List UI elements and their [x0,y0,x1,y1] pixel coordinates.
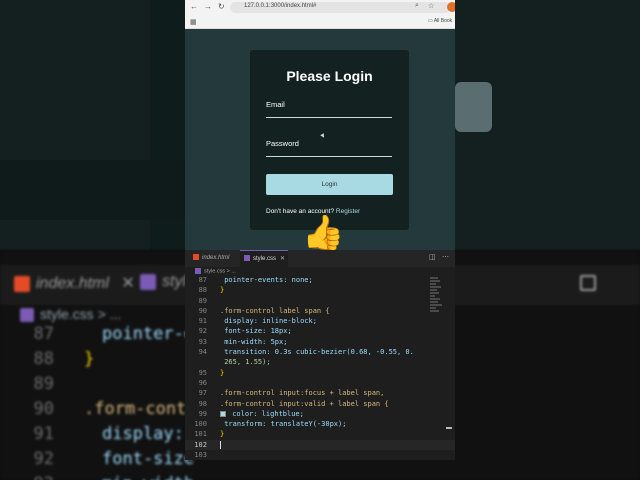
tab-style-css[interactable]: style.css ✕ [240,250,288,267]
minimap-line [430,295,435,297]
css-file-icon [20,308,34,323]
search-icon[interactable]: ⌕ [415,2,419,10]
css-file-icon [244,255,250,262]
css-file-icon [140,273,156,290]
html-file-icon [14,275,30,292]
backdrop-tab-index: index.html ✕ [14,273,135,293]
code-line: 93 min-width: 5px; [198,337,288,346]
code-line: 101} [194,430,225,439]
minimap-line [430,298,440,300]
profile-avatar[interactable] [447,2,455,12]
password-label: Password [266,139,299,148]
minimap-line [430,310,439,312]
minimap-line [430,280,440,282]
code-line: 95} [198,368,225,377]
code-line: 265, 1.55); [220,358,271,367]
address-bar[interactable]: 127.0.0.1:3000/index.html# ⌕ ☆ [230,2,450,13]
code-line: 91 display: inline-block; [198,317,317,326]
code-line: 103 [194,451,207,460]
code-line: 90 .form-control label span { [198,306,330,315]
code-line: 92 font-size: 18px; [198,327,292,336]
login-button[interactable]: Login [266,174,393,195]
minimap-line [430,286,441,288]
color-swatch[interactable] [220,410,226,417]
backdrop-breadcrumb: style.css > ... [20,306,121,323]
minimap-line [430,289,437,291]
login-card: Please Login Email Password Login Don't … [250,50,409,230]
editor-tabbar: index.html style.css ✕ ◫ ⋯ [185,250,455,267]
code-line: 88} [198,286,225,295]
code-line: 98 .form-control input:valid + label span… [198,399,389,408]
minimap-line [430,277,438,279]
minimap-line [430,283,436,285]
password-field[interactable]: Password [266,135,392,157]
code-line: 87 pointer-events: none; [198,276,313,284]
code-line: 89 [198,296,207,305]
code-line-current: 102 [185,439,455,451]
code-line: 97 .form-control input:focus + label span… [198,389,385,398]
backdrop-tab-style: styl [140,273,186,291]
backdrop-code-line: 93min-width [0,474,640,480]
page-title: Please Login [286,68,373,84]
browser-toolbar: ← → ↻ 127.0.0.1:3000/index.html# ⌕ ☆ [185,0,455,15]
email-label: Email [266,100,285,109]
reload-icon[interactable]: ↻ [218,2,225,11]
text-caret [220,440,221,449]
minimap-line [430,304,442,306]
minimap[interactable] [430,277,442,337]
tab-index-html[interactable]: index.html [189,250,237,267]
code-editor: index.html style.css ✕ ◫ ⋯ style.css > ..… [185,250,455,460]
back-icon[interactable]: ← [190,2,198,11]
code-area[interactable]: 87 pointer-events: none; 88} 89 90 .form-… [185,275,455,460]
forward-icon[interactable]: → [204,2,212,11]
code-line: 94 transition: 0.3s cubic-bezier(0.68, -… [198,348,414,357]
minimap-line [430,292,439,294]
email-field[interactable]: Email [266,96,392,118]
close-icon[interactable]: ✕ [280,256,285,262]
backdrop-panel [0,160,185,220]
screen-recording: ← → ↻ 127.0.0.1:3000/index.html# ⌕ ☆ ▦ ▭… [185,0,455,460]
bookmark-star-icon[interactable]: ☆ [428,2,434,10]
minimap-line [430,307,436,309]
code-line: 100 transform: translateY(-30px); [194,420,347,429]
split-editor-icon[interactable]: ◫ [429,253,436,261]
code-line: 99 color: lightblue; [198,409,304,418]
screen: index.html ✕ styl style.css > ... 87 poin… [0,0,640,480]
code-line: 96 [198,378,207,387]
split-editor-icon [580,275,596,291]
breadcrumb: style.css > ... [195,268,236,274]
thumbs-up-emoji: 👍 [302,214,345,252]
close-icon: ✕ [121,275,135,292]
url-text: 127.0.0.1:3000/index.html# [244,3,317,9]
bookmarks-bar: ▦ ▭ All Book [185,15,455,29]
more-actions-icon[interactable]: ⋯ [442,253,449,261]
apps-grid-icon[interactable]: ▦ [190,18,197,26]
scrollbar-marker[interactable] [446,427,452,429]
html-file-icon [193,254,199,261]
backdrop-button-shape [455,82,492,132]
all-bookmarks-link[interactable]: ▭ All Book [428,18,452,24]
css-file-icon [195,268,201,274]
minimap-line [430,301,438,303]
